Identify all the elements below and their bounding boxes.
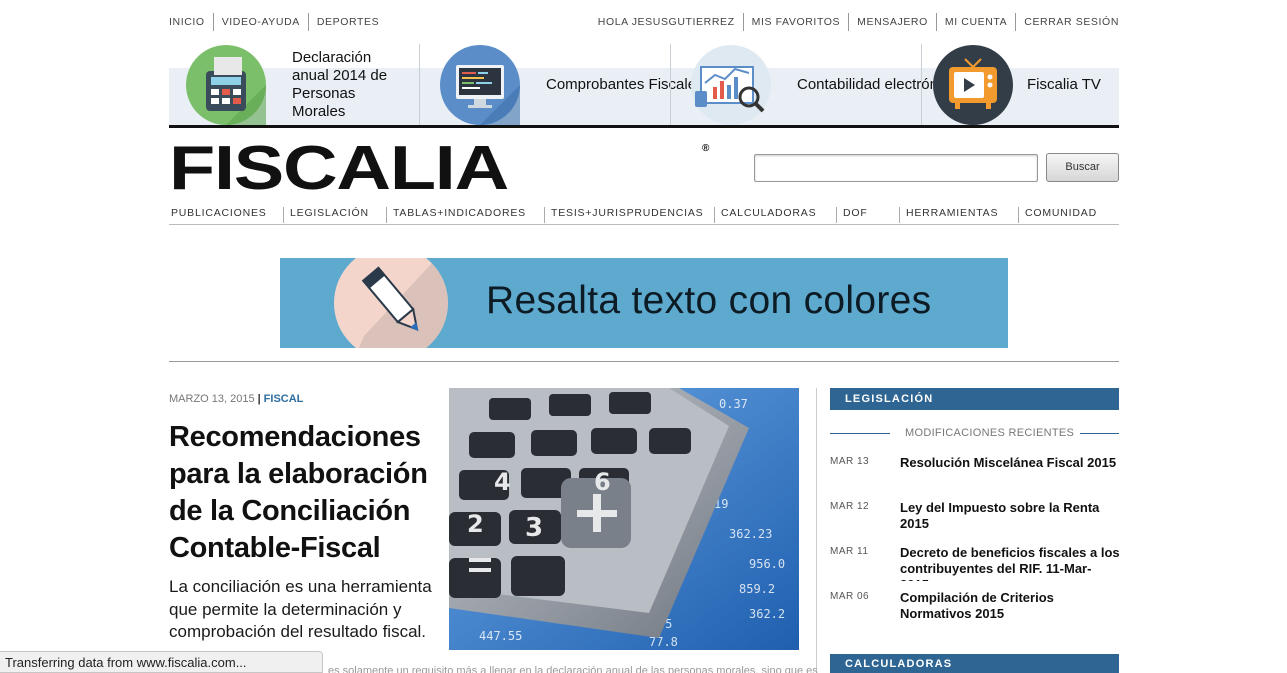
feature-contabilidad-electronica[interactable]: Contabilidad electrónica <box>691 44 957 125</box>
user-greeting-link[interactable]: HOLA JESUSGUTIERREZ <box>590 13 743 31</box>
svg-text:6: 6 <box>594 468 611 496</box>
feature-divider <box>670 44 671 125</box>
sidebar-legislacion-header[interactable]: LEGISLACIÓN <box>830 388 1119 410</box>
registered-mark: ® <box>702 143 710 154</box>
recent-changes-subheader: MODIFICACIONES RECIENTES <box>830 427 1119 441</box>
svg-text:447.55: 447.55 <box>479 629 522 643</box>
mainnav-herramientas[interactable]: HERRAMIENTAS <box>899 207 998 223</box>
cerrar-sesion-link[interactable]: CERRAR SESIÓN <box>1015 13 1119 31</box>
mainnav-calculadoras[interactable]: CALCULADORAS <box>714 207 816 223</box>
svg-text:3: 3 <box>525 513 543 543</box>
top-utility-nav: INICIO VIDEO-AYUDA DEPORTES HOLA JESUSGU… <box>169 13 1119 31</box>
promo-banner[interactable]: Resalta texto con colores <box>280 258 1008 348</box>
item-date: MAR 13 <box>830 456 870 467</box>
mainnav-dof[interactable]: DOF <box>836 207 868 223</box>
search-button[interactable]: Buscar <box>1046 153 1119 182</box>
subheader-rule <box>830 433 890 434</box>
mainnav-publicaciones[interactable]: PUBLICACIONES <box>169 207 267 223</box>
search-input[interactable] <box>754 154 1038 182</box>
feature-strip: Declaración anual 2014 de Personas Moral… <box>169 44 1119 128</box>
article-category-link[interactable]: FISCAL <box>264 393 304 405</box>
feature-fiscalia-tv[interactable]: Fiscalia TV <box>933 44 1101 125</box>
feature-divider <box>921 44 922 125</box>
article-date: MARZO 13, 2015 <box>169 393 255 405</box>
highlighter-pen-icon <box>334 258 448 348</box>
meta-separator: | <box>257 393 261 405</box>
banner-text: Resalta texto con colores <box>486 279 932 322</box>
feature-divider <box>419 44 420 125</box>
feature-label: Declaración anual 2014 de Personas Moral… <box>292 48 388 120</box>
svg-text:0.37: 0.37 <box>719 397 748 411</box>
feature-label: Fiscalia TV <box>1027 75 1101 93</box>
svg-text:2: 2 <box>467 510 484 538</box>
article-lede: La conciliación es una herramienta que p… <box>169 577 432 641</box>
article-body-fragment: es solamente un requisito más a llenar e… <box>328 665 818 673</box>
recent-changes-label: MODIFICACIONES RECIENTES <box>899 427 1081 439</box>
section-divider <box>169 361 1119 362</box>
analytics-icon <box>691 44 771 125</box>
fiscalia-logo[interactable]: FISCALIA <box>169 138 509 200</box>
item-title-link[interactable]: Ley del Impuesto sobre la Renta 2015 <box>900 500 1120 532</box>
svg-text:859.2: 859.2 <box>739 582 775 596</box>
item-title-link[interactable]: Resolución Miscelánea Fiscal 2015 <box>900 455 1120 471</box>
nav-inicio-link[interactable]: INICIO <box>169 13 213 31</box>
nav-deportes-link[interactable]: DEPORTES <box>307 13 387 31</box>
mainnav-tesis-jurisprudencias[interactable]: TESIS+JURISPRUDENCIAS <box>544 207 703 223</box>
svg-text:4: 4 <box>494 468 511 496</box>
mainnav-comunidad[interactable]: COMUNIDAD <box>1018 207 1097 223</box>
article-meta: MARZO 13, 2015 | FISCAL <box>169 393 303 405</box>
tv-icon <box>933 44 1013 125</box>
feature-declaracion-anual[interactable]: Declaración anual 2014 de Personas Moral… <box>186 44 402 125</box>
item-date: MAR 06 <box>830 591 870 602</box>
mainnav-tablas-indicadores[interactable]: TABLAS+INDICADORES <box>386 207 526 223</box>
item-date: MAR 11 <box>830 546 869 557</box>
browser-status-bar: Transferring data from www.fiscalia.com.… <box>0 651 323 673</box>
item-date: MAR 12 <box>830 501 870 512</box>
monitor-code-icon <box>440 44 520 125</box>
svg-text:956.0: 956.0 <box>749 557 785 571</box>
svg-text:362.23: 362.23 <box>729 527 772 541</box>
svg-text:362.2: 362.2 <box>749 607 785 621</box>
article-headline[interactable]: Recomendaciones para la elaboración de l… <box>169 419 439 567</box>
mis-favoritos-link[interactable]: MIS FAVORITOS <box>742 13 849 31</box>
nav-video-ayuda-link[interactable]: VIDEO-AYUDA <box>212 13 308 31</box>
item-title-link[interactable]: Compilación de Criterios Normativos 2015 <box>900 590 1120 622</box>
sidebar-calculadoras-header[interactable]: CALCULADORAS <box>830 654 1119 673</box>
mensajero-link[interactable]: MENSAJERO <box>848 13 936 31</box>
mainnav-legislacion[interactable]: LEGISLACIÓN <box>283 207 369 223</box>
item-title-link[interactable]: Decreto de beneficios fiscales a los con… <box>900 545 1120 581</box>
calculator-icon <box>186 44 266 125</box>
article-photo-calculator[interactable]: 0.3736.1219 362.23956.0859.2 362.2239.55… <box>449 388 799 650</box>
main-nav: PUBLICACIONES LEGISLACIÓN TABLAS+INDICAD… <box>169 207 1119 225</box>
column-divider <box>816 388 817 673</box>
mi-cuenta-link[interactable]: MI CUENTA <box>935 13 1015 31</box>
